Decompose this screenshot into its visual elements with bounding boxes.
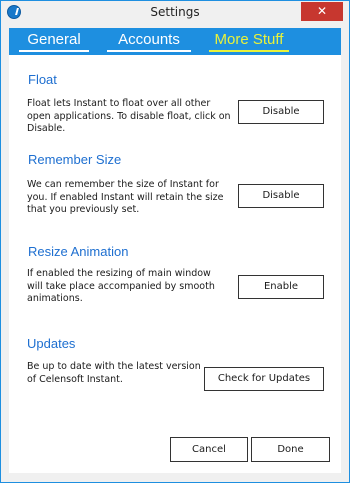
check-for-updates-button[interactable]: Check for Updates	[204, 367, 324, 391]
updates-section-title: Updates	[27, 336, 76, 351]
updates-description: Be up to date with the latest version of…	[27, 361, 201, 385]
window-title: Settings	[150, 5, 200, 19]
done-button[interactable]: Done	[251, 437, 330, 462]
resize-animation-section-title: Resize Animation	[28, 244, 129, 259]
float-disable-button[interactable]: Disable	[238, 100, 324, 124]
tab-underline	[107, 50, 191, 52]
tab-more-stuff[interactable]: More Stuff	[209, 30, 289, 52]
resize-animation-description: If enabled the resizing of main window w…	[27, 268, 215, 304]
remember-size-section-title: Remember Size	[28, 152, 122, 167]
tab-underline	[19, 50, 89, 52]
float-description: Float lets Instant to float over all oth…	[27, 98, 231, 134]
tab-accounts[interactable]: Accounts	[107, 30, 191, 52]
resize-animation-enable-button[interactable]: Enable	[238, 275, 324, 299]
remember-size-description: We can remember the size of Instant for …	[27, 179, 224, 215]
remember-size-disable-button[interactable]: Disable	[238, 184, 324, 208]
tab-general[interactable]: General	[19, 30, 89, 52]
tab-underline	[209, 50, 289, 52]
tab-label: Accounts	[118, 31, 180, 48]
cancel-button[interactable]: Cancel	[170, 437, 248, 462]
settings-panel: Float Float lets Instant to float over a…	[9, 55, 341, 473]
tab-bar: General Accounts More Stuff	[9, 28, 341, 55]
tab-label: General	[27, 31, 81, 48]
tab-label: More Stuff	[214, 31, 284, 48]
settings-window: Settings ✕ General Accounts More Stuff F…	[0, 0, 350, 483]
title-bar: Settings ✕	[1, 1, 349, 27]
float-section-title: Float	[28, 72, 57, 87]
close-button[interactable]: ✕	[301, 2, 343, 21]
